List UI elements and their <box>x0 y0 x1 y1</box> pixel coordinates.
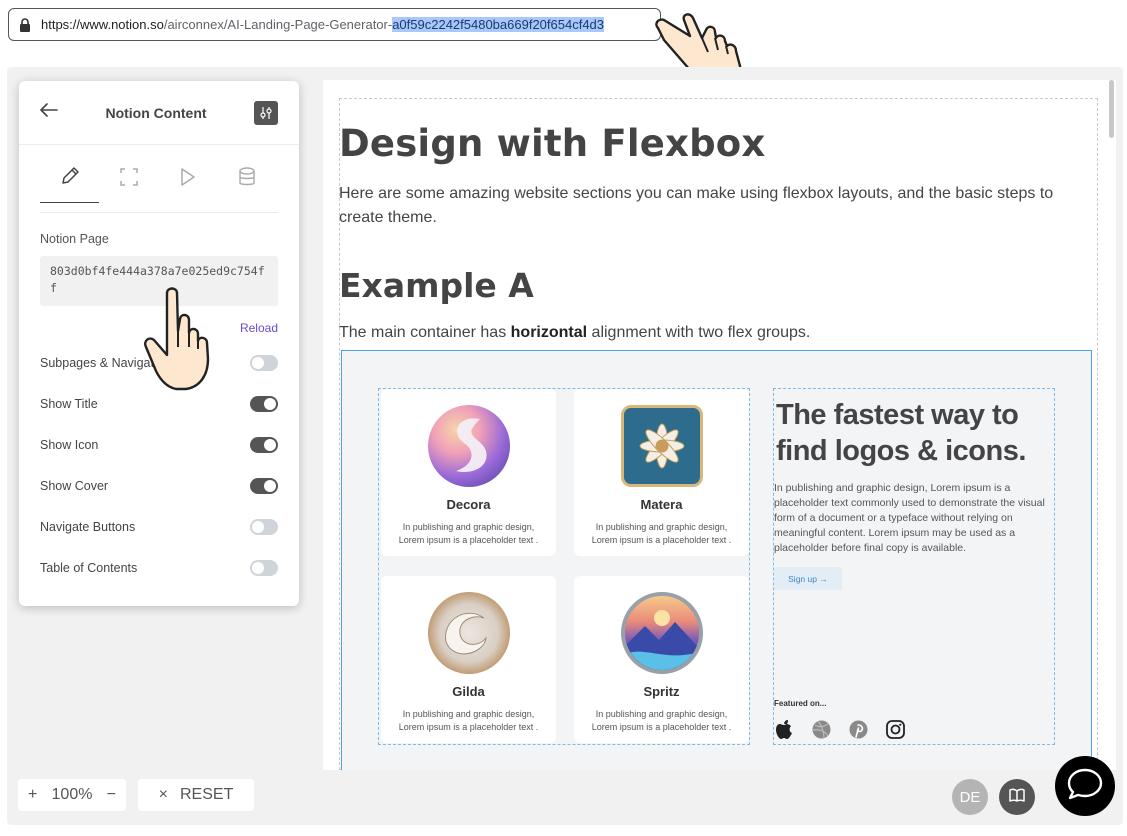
dribbble-icon[interactable] <box>811 719 831 739</box>
reset-button[interactable]: × RESET <box>138 779 254 811</box>
reset-label: RESET <box>180 786 234 803</box>
card-text: In publishing and graphic design, Lorem … <box>398 709 539 732</box>
panel-title: Notion Content <box>105 104 207 121</box>
url-selected-id: a0f59c2242f5480ba669f20f654cf4d3 <box>392 17 605 32</box>
toggle-row-show-icon: Show Icon <box>40 435 278 455</box>
expand-icon <box>119 167 138 191</box>
card-title: Gilda <box>452 684 485 699</box>
toggle-row-table-of-contents: Table of Contents <box>40 558 278 578</box>
reload-link[interactable]: Reload <box>240 321 278 335</box>
instagram-icon[interactable] <box>885 719 905 739</box>
example-a-container[interactable]: Decora In publishing and graphic design,… <box>341 350 1092 770</box>
gilda-logo-icon <box>427 592 510 674</box>
show-cover-toggle[interactable] <box>250 478 278 494</box>
cards-flex-group: Decora In publishing and graphic design,… <box>378 388 750 745</box>
toggle-row-subpages: Subpages & Navigation <box>40 353 278 373</box>
avatar[interactable]: DE <box>952 779 988 815</box>
url-domain: https://www.notion.so <box>41 17 164 32</box>
subpages-toggle[interactable] <box>250 355 278 371</box>
tab-content[interactable] <box>40 155 99 203</box>
card-text: In publishing and graphic design, Lorem … <box>398 522 539 545</box>
toggle-label: Navigate Buttons <box>40 520 136 534</box>
card-title: Matera <box>640 497 683 512</box>
chat-bubble-icon <box>1067 768 1103 805</box>
signup-button[interactable]: Sign up → <box>774 567 842 590</box>
card-title: Spritz <box>643 684 680 699</box>
toggle-label: Show Cover <box>40 479 109 493</box>
card-matera[interactable]: Matera In publishing and graphic design,… <box>574 389 749 556</box>
toggle-label: Show Title <box>40 397 98 411</box>
zoom-control: + 100% − <box>18 779 126 811</box>
tab-interactions[interactable] <box>158 155 217 203</box>
hero-text: In publishing and graphic design, Lorem … <box>774 482 1045 554</box>
decora-logo-icon <box>427 405 510 487</box>
show-icon-toggle[interactable] <box>250 437 278 453</box>
notion-page-input[interactable]: 803d0bf4fe444a378a7e025ed9c754ff <box>40 256 278 306</box>
show-title-toggle[interactable] <box>250 396 278 412</box>
page-title: Design with Flexbox <box>339 122 766 165</box>
navigate-buttons-toggle[interactable] <box>250 519 278 535</box>
pencil-icon <box>60 166 80 191</box>
close-icon: × <box>158 786 168 803</box>
docs-button[interactable] <box>999 779 1035 815</box>
panel-tabs <box>40 155 278 213</box>
apple-icon[interactable] <box>774 719 794 739</box>
zoom-out-button[interactable]: − <box>107 786 116 804</box>
table-of-contents-toggle[interactable] <box>250 560 278 576</box>
spritz-logo-icon <box>620 592 703 674</box>
back-arrow-icon[interactable] <box>40 103 58 122</box>
card-title: Decora <box>446 497 491 512</box>
book-icon <box>1009 788 1025 807</box>
page-intro: Here are some amazing website sections y… <box>339 185 1054 226</box>
notion-page-label: Notion Page <box>40 232 109 246</box>
card-gilda[interactable]: Gilda In publishing and graphic design, … <box>381 576 556 743</box>
social-icons <box>774 719 905 739</box>
hero-title: The fastest way to find logos & icons. <box>776 399 1026 467</box>
toggle-row-show-cover: Show Cover <box>40 476 278 496</box>
card-text: In publishing and graphic design, Lorem … <box>591 522 732 545</box>
tab-data[interactable] <box>217 155 276 203</box>
example-heading: Example A <box>339 266 534 305</box>
page-canvas: Design with Flexbox Here are some amazin… <box>323 80 1116 770</box>
matera-logo-icon <box>620 405 703 487</box>
zoom-in-button[interactable]: + <box>28 786 37 804</box>
toggle-row-navigate-buttons: Navigate Buttons <box>40 517 278 537</box>
card-spritz[interactable]: Spritz In publishing and graphic design,… <box>574 576 749 743</box>
canvas-scrollbar[interactable] <box>1109 80 1114 138</box>
settings-sliders-icon[interactable] <box>254 100 278 125</box>
zoom-level: 100% <box>51 786 93 803</box>
toggle-label: Table of Contents <box>40 561 138 575</box>
pinterest-icon[interactable] <box>848 719 868 739</box>
toggle-label: Subpages & Navigation <box>40 356 171 370</box>
url-path: /airconnex/AI-Landing-Page-Generator- <box>163 17 393 32</box>
card-text: In publishing and graphic design, Lorem … <box>591 709 732 732</box>
featured-label: Featured on... <box>774 699 827 708</box>
panel-header: Notion Content <box>19 81 299 145</box>
database-icon <box>238 166 255 192</box>
notion-content-panel: Notion Content Notion Page 803d0bf4fe444… <box>19 81 299 606</box>
lock-icon <box>19 17 33 32</box>
play-icon <box>180 167 196 191</box>
chat-button[interactable] <box>1055 756 1115 816</box>
toggle-row-show-title: Show Title <box>40 394 278 414</box>
tab-layout[interactable] <box>99 155 158 203</box>
toggle-label: Show Icon <box>40 438 99 452</box>
example-description: The main container has horizontal alignm… <box>339 324 811 341</box>
address-bar[interactable]: https://www.notion.so/airconnex/AI-Landi… <box>8 8 661 41</box>
card-decora[interactable]: Decora In publishing and graphic design,… <box>381 389 556 556</box>
hero-flex-group: The fastest way to find logos & icons. I… <box>773 388 1055 745</box>
